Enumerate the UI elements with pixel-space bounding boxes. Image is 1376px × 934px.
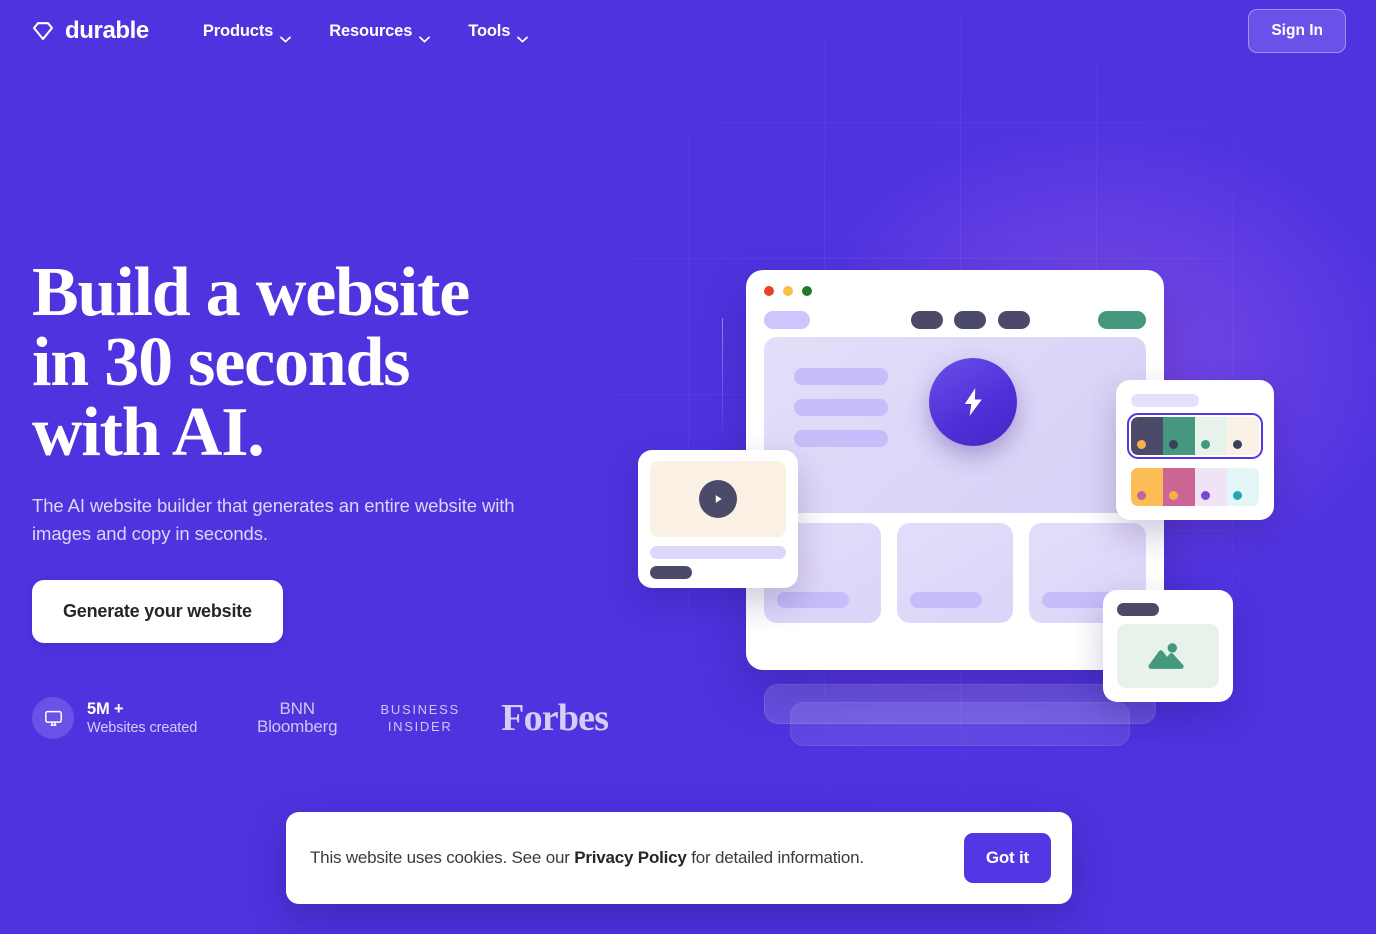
hero-subheadline: The AI website builder that generates an…	[32, 495, 515, 544]
palette-swatch	[1131, 468, 1163, 506]
brand-name: durable	[65, 17, 149, 44]
privacy-policy-link[interactable]: Privacy Policy	[574, 848, 687, 867]
nav-item-tools-label: Tools	[468, 21, 511, 40]
palette-swatch	[1163, 417, 1195, 455]
business-insider-line-2: INSIDER	[387, 719, 453, 734]
chevron-down-icon	[419, 29, 431, 42]
palette-swatch	[1131, 417, 1163, 455]
palette-swatch-dot	[1233, 491, 1242, 500]
mockup-text-bar-2	[794, 399, 888, 416]
nav-item-resources-label: Resources	[329, 21, 413, 40]
primary-nav-links: Products Resources Tools	[202, 21, 529, 42]
sign-in-button[interactable]: Sign In	[1248, 9, 1346, 53]
palette-swatch	[1195, 468, 1227, 506]
business-insider-line-1: BUSINESS	[380, 702, 460, 717]
mockup-cta-placeholder	[1098, 311, 1146, 329]
bnn-bloomberg-line-1: BNN	[279, 699, 315, 718]
nav-item-tools[interactable]: Tools	[468, 21, 529, 42]
generate-website-button[interactable]: Generate your website	[32, 580, 283, 643]
bnn-bloomberg-logo: BNN Bloomberg	[233, 700, 361, 736]
play-icon	[699, 480, 737, 518]
headline-line-3: with AI.	[32, 394, 265, 471]
palette-row-selected[interactable]	[1126, 412, 1264, 460]
color-palette-card	[1116, 380, 1274, 520]
video-action-pill	[650, 566, 692, 579]
business-insider-logo: BUSINESS INSIDER	[361, 701, 479, 735]
palette-swatch-dot	[1137, 440, 1146, 449]
palette-swatch-dot	[1233, 440, 1242, 449]
video-caption-bar	[650, 546, 786, 559]
image-card-pill	[1117, 603, 1159, 616]
palette-title-bar	[1131, 394, 1199, 407]
palette-swatch	[1227, 468, 1259, 506]
palette-swatch-dot	[1169, 440, 1178, 449]
chevron-down-icon	[517, 29, 529, 42]
palette-swatch	[1195, 417, 1227, 455]
forbes-logo: Forbes	[501, 697, 609, 739]
social-proof-row: 5M + Websites created BNN Bloomberg BUSI…	[32, 697, 609, 739]
stat-text-block: 5M + Websites created	[87, 699, 197, 738]
nav-item-products[interactable]: Products	[202, 21, 292, 42]
headline-line-2: in 30 seconds	[32, 324, 410, 401]
palette-swatch-dot	[1169, 491, 1178, 500]
monitor-icon	[32, 697, 74, 739]
press-logos: BNN Bloomberg BUSINESS INSIDER Forbes	[233, 697, 609, 739]
picture-icon	[1117, 624, 1219, 688]
nav-item-resources[interactable]: Resources	[329, 21, 431, 42]
browser-close-dot	[764, 286, 774, 296]
palette-swatch	[1227, 417, 1259, 455]
mockup-logo-placeholder	[764, 311, 810, 329]
websites-created-stat: 5M + Websites created	[32, 697, 197, 739]
palette-swatch-dot	[1137, 491, 1146, 500]
cookie-text-after: for detailed information.	[686, 848, 864, 867]
page-title: Build a website in 30 seconds with AI.	[32, 258, 592, 468]
palette-swatch-dot	[1201, 491, 1210, 500]
lightning-bolt-icon	[929, 358, 1017, 446]
mockup-card-pill	[777, 592, 849, 608]
mockup-navbar	[764, 311, 1146, 329]
stat-value: 5M +	[87, 699, 124, 718]
mockup-card-row	[764, 523, 1147, 623]
mockup-text-bar-1	[794, 368, 888, 385]
cookie-accept-button[interactable]: Got it	[963, 833, 1051, 883]
palette-row[interactable]	[1131, 468, 1259, 506]
chevron-down-icon	[280, 29, 292, 42]
cookie-consent-banner: This website uses cookies. See our Priva…	[286, 812, 1072, 904]
headline-line-1: Build a website	[32, 254, 470, 331]
browser-minimize-dot	[783, 286, 793, 296]
brand-logo-link[interactable]: durable	[30, 17, 149, 45]
hero-content: Build a website in 30 seconds with AI. T…	[32, 258, 592, 643]
mockup-text-bar-3	[794, 430, 888, 447]
stat-label: Websites created	[87, 719, 198, 736]
image-widget-card	[1103, 590, 1233, 702]
cookie-banner-text: This website uses cookies. See our Priva…	[310, 848, 864, 868]
browser-maximize-dot	[802, 286, 812, 296]
cookie-text-before: This website uses cookies. See our	[310, 848, 575, 867]
bnn-bloomberg-line-2: Bloomberg	[256, 717, 338, 736]
illustration-stack-layer-mid	[764, 684, 1156, 724]
video-widget-card	[638, 450, 798, 588]
browser-traffic-lights	[764, 286, 812, 296]
mockup-hero-panel	[764, 337, 1146, 513]
diamond-gem-icon	[30, 18, 56, 44]
mockup-nav-item-2	[954, 311, 986, 329]
hero-illustration	[628, 150, 1308, 750]
video-thumbnail	[650, 461, 786, 537]
top-navigation-bar: durable Products Resources Tools Sign In	[0, 0, 1376, 62]
mockup-card-pill	[909, 592, 982, 608]
nav-item-products-label: Products	[202, 21, 274, 40]
palette-swatch	[1163, 468, 1195, 506]
mockup-card	[896, 523, 1014, 623]
browser-mockup	[746, 270, 1164, 670]
mockup-nav-item-3	[998, 311, 1030, 329]
palette-swatch-dot	[1201, 440, 1210, 449]
mockup-nav-item-1	[911, 311, 943, 329]
